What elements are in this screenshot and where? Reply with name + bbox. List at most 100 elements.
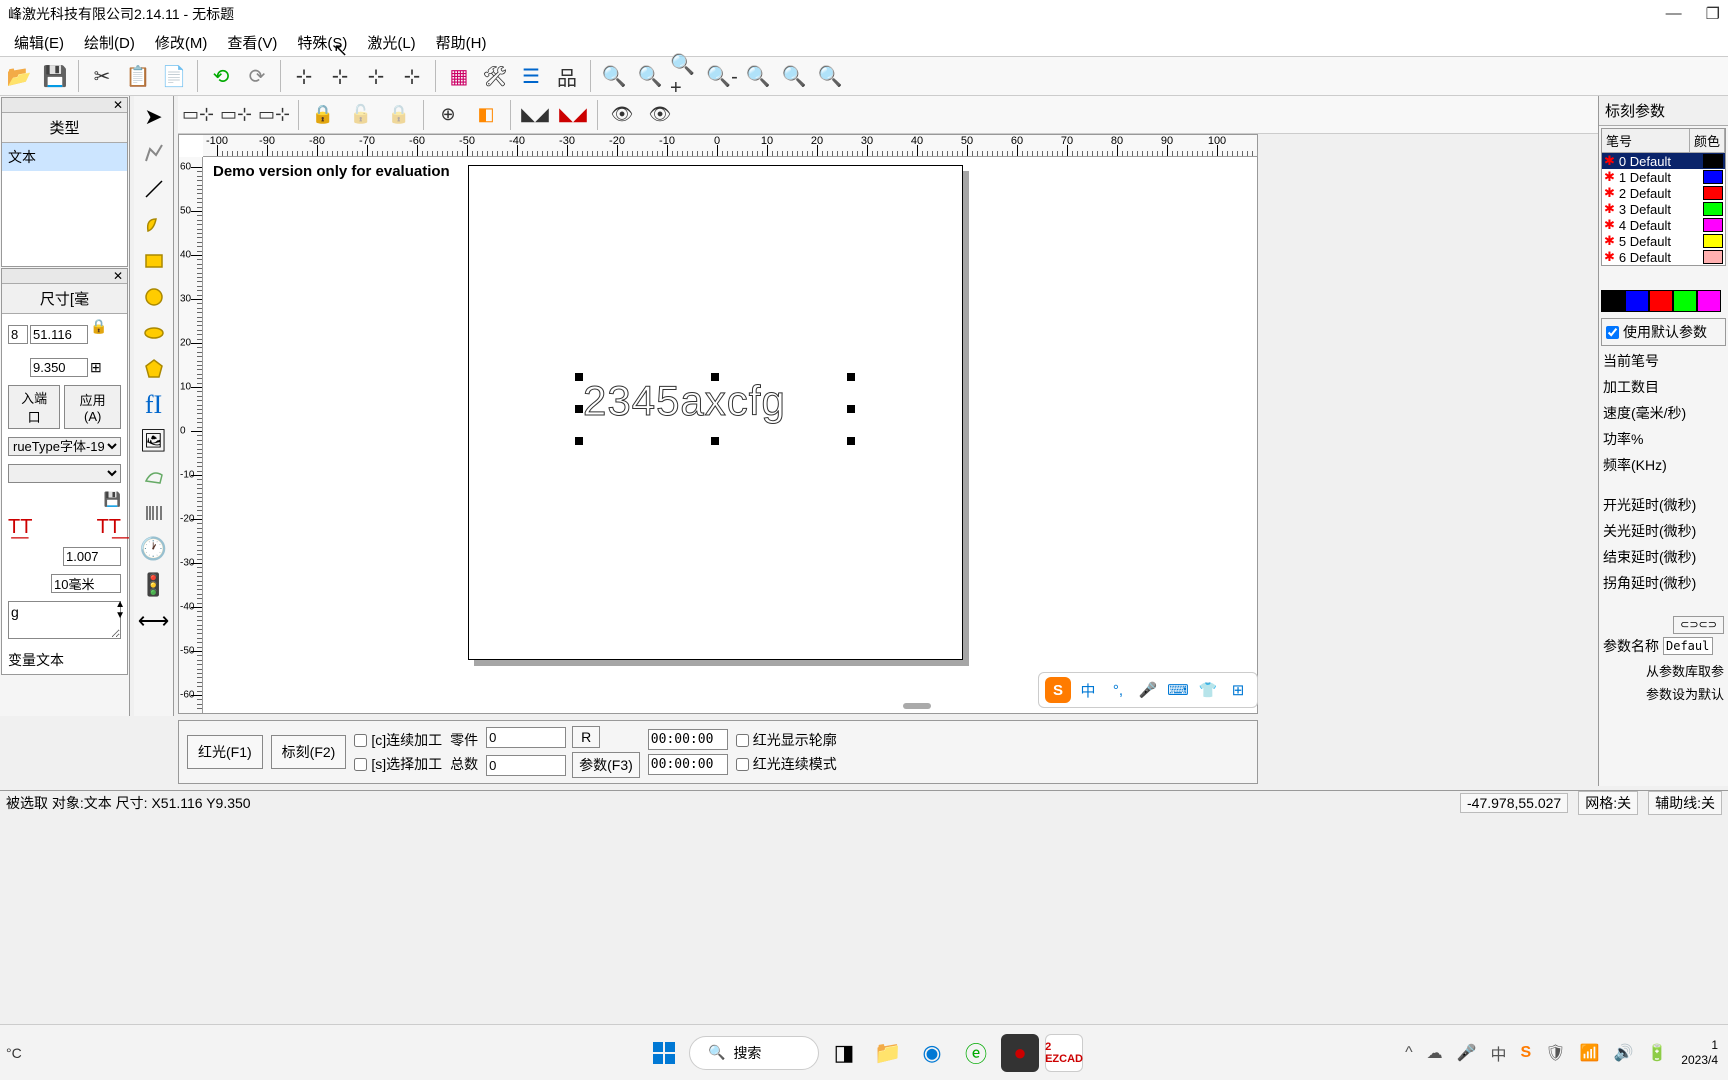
open-icon[interactable]: 📂 <box>2 59 36 93</box>
pen-row[interactable]: ✱0 Default <box>1602 153 1725 169</box>
tray-volume-icon[interactable]: 🔊 <box>1613 1043 1633 1063</box>
ime-keyboard-icon[interactable]: ⌨ <box>1165 677 1191 703</box>
line-tool-icon[interactable] <box>138 172 170 206</box>
menu-help[interactable]: 帮助(H) <box>426 30 497 55</box>
select-icon[interactable]: ▭⊹ <box>180 99 216 131</box>
text-content-input[interactable] <box>8 601 121 639</box>
red-contour-checkbox[interactable] <box>736 734 749 747</box>
spacing-input[interactable] <box>63 547 121 566</box>
hide-icon[interactable]: 👁 <box>642 99 678 131</box>
menu-draw[interactable]: 绘制(D) <box>74 30 145 55</box>
red-cont-mode-checkbox[interactable] <box>736 758 749 771</box>
tray-chevron-icon[interactable]: ^ <box>1405 1044 1413 1062</box>
as-default-label[interactable]: 参数设为默认 <box>1646 687 1724 702</box>
zoom-region-icon[interactable]: 🔍 <box>741 59 775 93</box>
ime-grid-icon[interactable]: ⊞ <box>1225 677 1251 703</box>
list-icon[interactable]: ☰ <box>514 59 548 93</box>
selection-handle[interactable] <box>575 405 583 413</box>
grid-icon[interactable]: ⊞ <box>90 359 102 376</box>
mirror-v-icon[interactable]: ◣◢ <box>555 99 591 131</box>
selection-handle[interactable] <box>575 437 583 445</box>
node-tool4-icon[interactable]: ⊹ <box>395 59 429 93</box>
red-light-button[interactable]: 红光(F1) <box>187 735 263 769</box>
ie-icon[interactable]: ⓔ <box>957 1034 995 1072</box>
advanced-icon[interactable]: ⊂⊃⊂⊃ <box>1673 616 1724 634</box>
pen-row[interactable]: ✱4 Default <box>1602 217 1725 233</box>
tray-date[interactable]: 2023/4 <box>1681 1053 1718 1067</box>
ime-lang-icon[interactable]: 中 <box>1075 677 1101 703</box>
zoom-extent-icon[interactable]: 🔍 <box>813 59 847 93</box>
port-button[interactable]: 入端口 <box>8 385 60 429</box>
config-icon[interactable]: 🛠 <box>478 59 512 93</box>
timer-tool-icon[interactable]: 🕐 <box>138 532 170 566</box>
circle-tool-icon[interactable] <box>138 280 170 314</box>
select2-icon[interactable]: ▭⊹ <box>218 99 254 131</box>
selection-handle[interactable] <box>847 437 855 445</box>
image-tool-icon[interactable]: 🖼 <box>138 424 170 458</box>
node-tool2-icon[interactable]: ⊹ <box>323 59 357 93</box>
ezcad-icon[interactable]: 2EZCAD <box>1045 1034 1083 1072</box>
select3-icon[interactable]: ▭⊹ <box>256 99 292 131</box>
lock-all-icon[interactable]: 🔒 <box>381 99 417 131</box>
pen-row[interactable]: ✱6 Default <box>1602 249 1725 265</box>
lock-icon[interactable]: 🔒 <box>305 99 341 131</box>
selection-handle[interactable] <box>847 405 855 413</box>
redo-icon[interactable]: ⟳ <box>240 59 274 93</box>
pen-row[interactable]: ✱1 Default <box>1602 169 1725 185</box>
tray-onedrive-icon[interactable]: ☁ <box>1427 1043 1443 1063</box>
hatch-icon[interactable]: ▦ <box>442 59 476 93</box>
text-align1-icon[interactable]: T͟T <box>8 516 32 539</box>
selection-handle[interactable] <box>711 373 719 381</box>
traffic-tool-icon[interactable]: 🚦 <box>138 568 170 602</box>
tree-icon[interactable]: 品 <box>550 59 584 93</box>
r-button[interactable]: R <box>572 726 600 748</box>
color-swatch[interactable] <box>1697 290 1721 312</box>
maximize-icon[interactable]: ❐ <box>1706 4 1720 24</box>
barcode-tool-icon[interactable] <box>138 496 170 530</box>
ellipse-tool-icon[interactable] <box>138 316 170 350</box>
menu-view[interactable]: 查看(V) <box>217 30 287 55</box>
scroll-thumb[interactable] <box>903 703 931 709</box>
x-input[interactable] <box>8 325 28 344</box>
tray-ime-icon[interactable]: 中 <box>1491 1041 1507 1065</box>
pointer-tool-icon[interactable]: ➤ <box>138 100 170 134</box>
object-list-item[interactable]: 文本 <box>2 143 127 171</box>
apply-button[interactable]: 应用(A) <box>64 385 121 429</box>
explorer-icon[interactable]: 📁 <box>869 1034 907 1072</box>
save-icon[interactable]: 💾 <box>38 59 72 93</box>
undo-icon[interactable]: ⟲ <box>204 59 238 93</box>
tray-time[interactable]: 1 <box>1681 1038 1718 1052</box>
pen-row[interactable]: ✱3 Default <box>1602 201 1725 217</box>
zoom-icon[interactable]: 🔍 <box>597 59 631 93</box>
zoom-in-icon[interactable]: 🔍+ <box>669 59 703 93</box>
font-style-dropdown[interactable] <box>8 464 121 483</box>
curve-tool-icon[interactable] <box>138 208 170 242</box>
record-icon[interactable]: ● <box>1001 1034 1039 1072</box>
color-swatch[interactable] <box>1649 290 1673 312</box>
text-object[interactable]: 2345axcfg <box>583 377 786 425</box>
pen-row[interactable]: ✱5 Default <box>1602 233 1725 249</box>
color-swatch[interactable] <box>1601 290 1625 312</box>
lock-aspect-icon[interactable]: 🔒 <box>90 318 116 350</box>
tray-wifi-icon[interactable]: 📶 <box>1580 1043 1600 1063</box>
color-swatch[interactable] <box>1673 290 1697 312</box>
width-input[interactable] <box>30 325 88 344</box>
height-input[interactable] <box>30 358 88 377</box>
show-icon[interactable]: 👁 <box>604 99 640 131</box>
paste-icon[interactable]: 📄 <box>157 59 191 93</box>
font-dropdown[interactable]: rueType字体-19 <box>8 437 121 456</box>
save-font-icon[interactable]: 💾 <box>104 491 121 508</box>
node-edit-tool-icon[interactable] <box>138 136 170 170</box>
rect-tool-icon[interactable] <box>138 244 170 278</box>
parts-input[interactable] <box>486 727 566 748</box>
cut-icon[interactable]: ✂ <box>85 59 119 93</box>
zoom-fit-icon[interactable]: 🔍 <box>633 59 667 93</box>
tray-battery-icon[interactable]: 🔋 <box>1647 1043 1667 1063</box>
text-up-icon[interactable]: ▲ <box>115 599 125 610</box>
object-list-close-icon[interactable]: ✕ <box>2 98 127 113</box>
color-swatch[interactable] <box>1625 290 1649 312</box>
zoom-out-icon[interactable]: 🔍- <box>705 59 739 93</box>
text-tool-icon[interactable]: fI <box>138 388 170 422</box>
param-f3-button[interactable]: 参数(F3) <box>572 752 640 778</box>
mark-button[interactable]: 标刻(F2) <box>271 735 347 769</box>
